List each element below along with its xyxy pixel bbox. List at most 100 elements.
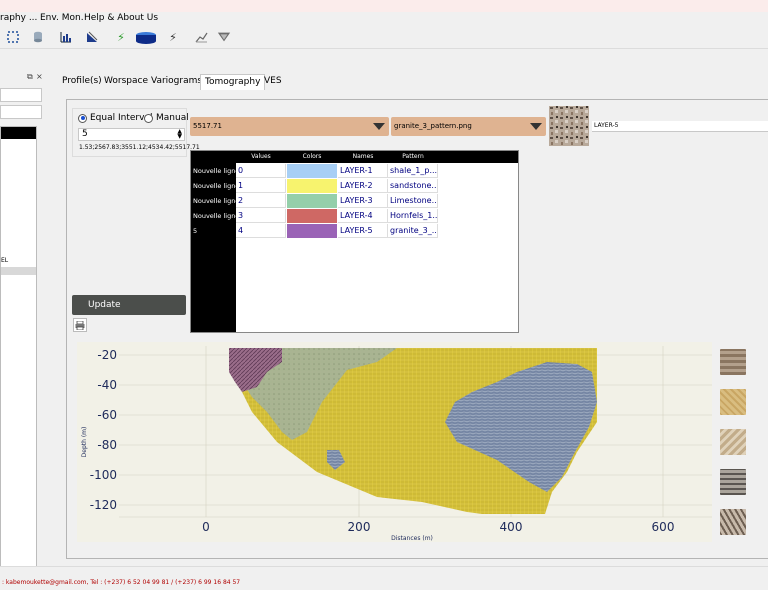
tab-ves[interactable]: VES xyxy=(260,74,286,89)
radio-unchecked-icon xyxy=(144,113,153,123)
interval-options: Equal Interval Manual 5 ▲ ▼ 1.53;2567.83;… xyxy=(72,108,200,157)
row-header[interactable]: Nouvelle ligne xyxy=(193,212,239,220)
row-header[interactable]: 5 xyxy=(193,227,197,235)
hornfels-pattern-swatch[interactable] xyxy=(720,469,746,495)
spin-arrows-icon[interactable]: ▲ ▼ xyxy=(177,129,182,140)
left-panel-field-2[interactable] xyxy=(0,105,42,119)
y-tick-label: -40 xyxy=(97,378,117,392)
pattern-thumbnail xyxy=(549,106,589,146)
y-axis-label: Depth (m) xyxy=(81,427,88,458)
bolt-icon[interactable]: ⚡ xyxy=(166,30,180,44)
y-tick-label: -80 xyxy=(97,438,117,452)
table-cell-value[interactable]: 4 xyxy=(236,224,286,238)
y-tick-label: -20 xyxy=(97,348,117,362)
x-tick-label: 400 xyxy=(500,520,523,534)
table-cell-name[interactable]: LAYER-4 xyxy=(338,209,388,223)
table-cell-value[interactable]: 3 xyxy=(236,209,286,223)
y-tick-label: -100 xyxy=(90,468,117,482)
row-header[interactable]: Nouvelle ligne xyxy=(193,167,239,175)
left-dock-panel: ⧉ × EL xyxy=(0,68,44,568)
y-tick-label: -120 xyxy=(90,498,117,512)
color-swatch[interactable] xyxy=(287,164,337,178)
manual-radio[interactable]: Manual xyxy=(144,113,189,123)
update-button[interactable]: Update xyxy=(72,295,186,315)
row-header-column xyxy=(191,151,236,332)
interval-values-text: 1.53;2567.83;3551.12;4534.42;5517.71 xyxy=(79,144,200,151)
value-combo[interactable]: 5517.71 xyxy=(190,117,389,136)
select-icon[interactable] xyxy=(6,30,20,44)
table-cell-pattern[interactable]: Limestone... xyxy=(388,194,438,208)
table-cell-value[interactable]: 2 xyxy=(236,194,286,208)
pattern-combo-text: granite_3_pattern.png xyxy=(394,122,472,130)
table-cell-name[interactable]: LAYER-5 xyxy=(338,224,388,238)
color-swatch[interactable] xyxy=(287,194,337,208)
x-tick-label: 200 xyxy=(348,520,371,534)
manual-label: Manual xyxy=(156,113,189,123)
layer-table: Values Colors Names Pattern Nouvelle lig… xyxy=(190,150,519,333)
color-swatch[interactable] xyxy=(287,209,337,223)
column-header-colors[interactable]: Colors xyxy=(286,151,338,163)
x-tick-label: 0 xyxy=(202,520,210,534)
shale-pattern-swatch[interactable] xyxy=(720,349,746,375)
left-panel-field-1[interactable] xyxy=(0,88,42,102)
table-cell-pattern[interactable]: Hornfels_1... xyxy=(388,209,438,223)
menu-env-mon[interactable]: Env. Mon. xyxy=(40,13,84,23)
row-header[interactable]: Nouvelle ligne xyxy=(193,197,239,205)
row-header[interactable]: Nouvelle ligne xyxy=(193,182,239,190)
table-cell-name[interactable]: LAYER-3 xyxy=(338,194,388,208)
table-cell-name[interactable]: LAYER-2 xyxy=(338,179,388,193)
table-cell-pattern[interactable]: shale_1_p... xyxy=(388,164,438,178)
update-label: Update xyxy=(88,300,121,310)
chart-icon[interactable] xyxy=(194,30,208,44)
left-panel-list[interactable]: EL xyxy=(0,126,37,568)
tab-tomography[interactable]: Tomography xyxy=(200,74,266,90)
window-title-strip xyxy=(0,0,768,12)
x-tick-label: 600 xyxy=(652,520,675,534)
tomography-svg: -20 -40 -60 -80 -100 -120 0 200 400 600 … xyxy=(81,346,712,542)
y-tick-label: -60 xyxy=(97,408,117,422)
menu-bar: raphy ... Env. Mon. Help & About Us xyxy=(0,12,768,26)
database-icon[interactable] xyxy=(31,30,45,44)
table-cell-name[interactable]: LAYER-1 xyxy=(338,164,388,178)
tomography-plot[interactable]: -20 -40 -60 -80 -100 -120 0 200 400 600 … xyxy=(77,342,712,542)
list-item-selected[interactable] xyxy=(1,267,36,275)
chevron-down-icon xyxy=(530,123,542,130)
status-bar: : kabemoukette@gmail.com, Tel : (+237) 6… xyxy=(0,566,768,590)
column-header-values[interactable]: Values xyxy=(236,151,286,163)
list-item[interactable]: EL xyxy=(1,257,8,264)
layer-name-field[interactable]: LAYER-5 xyxy=(592,121,768,132)
chevron-down-icon xyxy=(373,123,385,130)
column-header-pattern[interactable]: Pattern xyxy=(388,151,438,163)
contact-info: : kabemoukette@gmail.com, Tel : (+237) 6… xyxy=(2,579,241,586)
menu-tomography[interactable]: raphy ... xyxy=(0,13,37,23)
toolbar: ⚡ ⚡ xyxy=(0,26,768,49)
table-cell-pattern[interactable]: granite_3_... xyxy=(388,224,438,238)
interval-count-spinbox[interactable]: 5 ▲ ▼ xyxy=(78,128,185,141)
table-cell-value[interactable]: 1 xyxy=(236,179,286,193)
pattern-combo[interactable]: granite_3_pattern.png xyxy=(391,117,546,136)
bolt-icon[interactable]: ⚡ xyxy=(114,30,128,44)
tab-profiles[interactable]: Profile(s) xyxy=(58,74,106,89)
color-swatch[interactable] xyxy=(287,179,337,193)
equal-interval-radio[interactable]: Equal Interval xyxy=(78,113,152,123)
sandstone-pattern-swatch[interactable] xyxy=(720,389,746,415)
color-swatch[interactable] xyxy=(287,224,337,238)
value-combo-text: 5517.71 xyxy=(193,122,222,130)
close-panel-button[interactable]: × xyxy=(36,72,43,81)
tab-variograms[interactable]: Variograms xyxy=(147,74,206,89)
float-button[interactable]: ⧉ xyxy=(27,72,33,82)
print-icon[interactable] xyxy=(73,318,87,332)
interval-count-value: 5 xyxy=(82,129,88,139)
funnel-icon[interactable] xyxy=(217,30,231,44)
limestone-pattern-swatch[interactable] xyxy=(720,429,746,455)
tab-workspace[interactable]: Worspace xyxy=(100,74,152,89)
table-cell-value[interactable]: 0 xyxy=(236,164,286,178)
granite-pattern-swatch[interactable] xyxy=(720,509,746,535)
menu-help[interactable]: Help & About Us xyxy=(84,13,158,23)
column-header-names[interactable]: Names xyxy=(338,151,388,163)
profile-icon[interactable] xyxy=(85,30,99,44)
table-cell-pattern[interactable]: sandstone... xyxy=(388,179,438,193)
histogram-icon[interactable] xyxy=(59,30,73,44)
ves-cube-icon[interactable] xyxy=(135,30,157,44)
radio-checked-icon xyxy=(78,113,87,123)
